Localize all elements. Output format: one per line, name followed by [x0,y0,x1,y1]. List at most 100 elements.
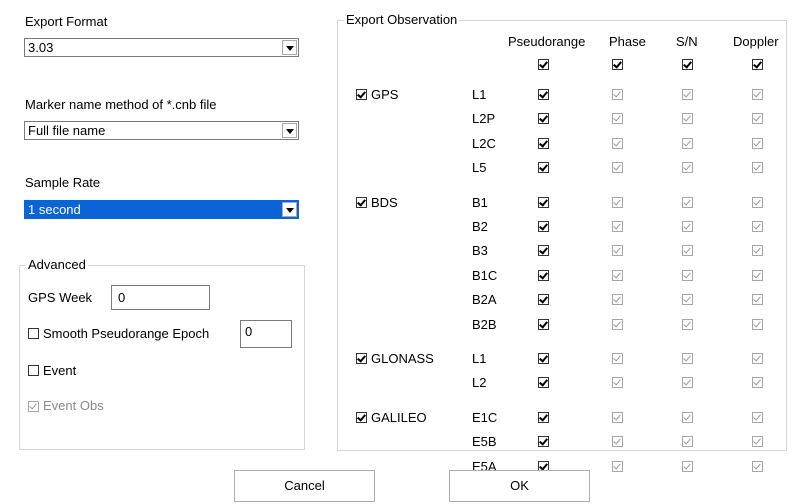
export-observation-group: Export Observation [337,12,787,451]
signal-checkbox-phase [612,245,623,257]
export-format-label: Export Format [25,14,108,29]
advanced-title: Advanced [26,257,88,272]
sample-rate-label: Sample Rate [25,175,101,190]
signal-checkbox-phase [612,221,623,232]
signal-checkbox-sn [682,137,693,149]
cancel-button-label: Cancel [284,478,325,493]
event-obs-label: Event Obs [43,398,104,413]
signal-label: B1 [472,194,488,210]
system-checkbox-gps[interactable] [356,89,367,100]
column-header-phase: Phase [609,34,646,49]
column-header-pseudorange: Pseudorange [508,34,586,49]
smooth-epoch-value: 0 [245,324,253,339]
signal-checkbox-doppler [752,221,763,232]
signal-checkbox-doppler [752,245,763,257]
signal-checkbox-doppler [752,318,763,330]
signal-checkbox-pseudorange[interactable] [538,436,549,448]
signal-checkbox-doppler [752,460,763,472]
export-format-value: 3.03 [28,40,54,55]
signal-label: L5 [472,160,487,176]
signal-checkbox-sn [682,113,693,125]
signal-label: L2 [472,375,487,391]
signal-checkbox-sn [682,196,693,208]
system-label-bds: BDS [371,194,398,210]
sample-rate-select[interactable]: 1 second [24,200,299,219]
signal-checkbox-phase [612,162,623,174]
event-label: Event [43,363,77,378]
header-checkbox-pseudorange[interactable] [538,59,549,70]
signal-checkbox-phase [612,411,623,423]
signal-label: L2C [472,135,496,151]
signal-checkbox-sn [682,411,693,423]
chevron-down-icon[interactable] [282,202,297,217]
signal-checkbox-pseudorange[interactable] [538,221,549,232]
signal-checkbox-pseudorange[interactable] [538,294,549,306]
system-label-gps: GPS [371,87,399,102]
gps-week-input[interactable]: 0 [111,285,210,310]
system-checkbox-bds[interactable] [356,196,367,208]
system-checkbox-galileo[interactable] [356,411,367,423]
signal-checkbox-pseudorange[interactable] [538,137,549,149]
smooth-epoch-input[interactable]: 0 [240,320,292,348]
signal-checkbox-phase [612,460,623,472]
signal-checkbox-phase [612,269,623,281]
signal-checkbox-pseudorange[interactable] [538,411,549,423]
gps-week-value: 0 [118,290,126,305]
signal-checkbox-doppler [752,294,763,306]
signal-checkbox-phase [612,113,623,125]
signal-checkbox-phase [612,89,623,100]
chevron-down-icon[interactable] [282,123,297,138]
signal-checkbox-phase [612,137,623,149]
cancel-button[interactable]: Cancel [234,470,375,502]
signal-checkbox-doppler [752,353,763,364]
signal-checkbox-sn [682,436,693,448]
column-header-sn: S/N [676,34,698,49]
header-checkbox-sn[interactable] [682,59,693,70]
signal-label: B2A [472,292,497,308]
event-checkbox[interactable] [28,365,39,376]
column-header-doppler: Doppler [733,34,779,49]
marker-name-select[interactable]: Full file name [24,121,299,140]
chevron-down-icon[interactable] [282,40,297,55]
signal-label: B2 [472,219,488,234]
signal-checkbox-doppler [752,137,763,149]
header-checkbox-doppler[interactable] [752,59,763,70]
signal-checkbox-phase [612,436,623,448]
system-checkbox-glonass[interactable] [356,353,367,364]
signal-checkbox-phase [612,294,623,306]
signal-checkbox-pseudorange[interactable] [538,269,549,281]
marker-name-value: Full file name [28,123,106,138]
signal-checkbox-pseudorange[interactable] [538,353,549,364]
signal-checkbox-doppler [752,377,763,389]
signal-checkbox-pseudorange[interactable] [538,377,549,389]
header-checkbox-phase[interactable] [612,59,623,70]
signal-checkbox-pseudorange[interactable] [538,245,549,257]
smooth-pseudorange-label: Smooth Pseudorange Epoch [43,326,210,341]
signal-checkbox-sn [682,162,693,174]
signal-label: L1 [472,351,487,366]
gps-week-label: GPS Week [28,290,93,305]
signal-checkbox-doppler [752,196,763,208]
signal-label: B3 [472,243,488,259]
signal-checkbox-doppler [752,89,763,100]
signal-checkbox-phase [612,377,623,389]
smooth-pseudorange-checkbox[interactable] [28,328,39,339]
sample-rate-value: 1 second [28,202,81,217]
marker-name-label: Marker name method of *.cnb file [25,97,217,112]
signal-checkbox-sn [682,245,693,257]
signal-label: E5B [472,434,497,450]
system-label-glonass: GLONASS [371,351,434,366]
signal-checkbox-sn [682,221,693,232]
signal-label: L1 [472,87,487,102]
signal-checkbox-phase [612,318,623,330]
signal-checkbox-sn [682,318,693,330]
signal-checkbox-pseudorange[interactable] [538,89,549,100]
signal-checkbox-pseudorange[interactable] [538,113,549,125]
signal-checkbox-sn [682,353,693,364]
ok-button[interactable]: OK [449,470,590,502]
export-format-select[interactable]: 3.03 [24,38,299,57]
signal-checkbox-pseudorange[interactable] [538,162,549,174]
signal-checkbox-sn [682,89,693,100]
signal-checkbox-pseudorange[interactable] [538,318,549,330]
signal-checkbox-pseudorange[interactable] [538,196,549,208]
